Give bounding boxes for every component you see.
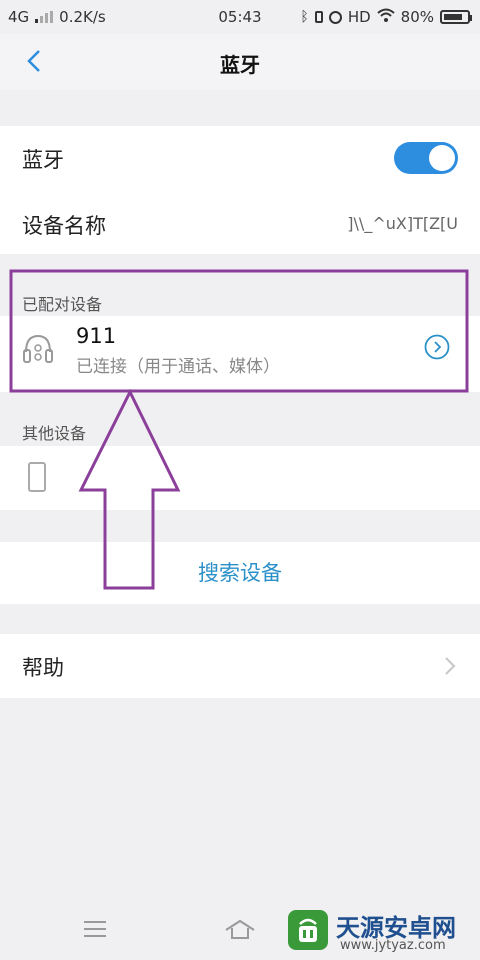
page-title: 蓝牙	[220, 53, 260, 77]
paired-device-name: 911	[76, 324, 117, 348]
app-header: 蓝牙	[0, 34, 480, 90]
bluetooth-status-icon: ᛒ	[300, 9, 309, 25]
paired-section-label: 已配对设备	[22, 295, 103, 314]
hd-badge: HD	[347, 8, 371, 26]
menu-icon[interactable]	[84, 920, 106, 942]
watermark: 天源安卓网 www.jytyaz.com	[284, 904, 480, 960]
chevron-right-circle-icon	[424, 334, 450, 360]
watermark-url: www.jytyaz.com	[340, 938, 446, 953]
wifi-icon	[376, 8, 395, 26]
help-label: 帮助	[22, 656, 64, 680]
search-devices-row[interactable]: 搜索设备	[0, 542, 480, 604]
phone-icon	[28, 462, 46, 492]
watermark-logo	[288, 910, 328, 950]
vibrate-icon	[314, 11, 323, 23]
battery-percent: 80%	[400, 8, 434, 26]
paired-device-row[interactable]: 911 已连接（用于通话、媒体）	[0, 316, 480, 392]
help-row[interactable]: 帮助	[0, 634, 480, 698]
bluetooth-toggle[interactable]	[394, 142, 458, 174]
alarm-icon	[328, 10, 342, 24]
status-bar: 4G 0.2K/s 05:43 ᛒ HD 80%	[0, 0, 480, 34]
home-icon[interactable]	[224, 918, 256, 944]
device-name-value[interactable]: ]\\_^uX]T[Z[U	[347, 214, 458, 233]
battery-icon	[440, 10, 472, 24]
headset-icon	[22, 332, 54, 372]
bluetooth-label: 蓝牙	[22, 148, 64, 172]
device-details-button[interactable]	[424, 334, 450, 364]
other-device-row[interactable]	[0, 446, 480, 510]
device-name-label: 设备名称	[22, 214, 106, 238]
other-section-label: 其他设备	[22, 424, 87, 443]
paired-device-status: 已连接（用于通话、媒体）	[76, 357, 280, 377]
bluetooth-settings-panel: 蓝牙 设备名称 ]\\_^uX]T[Z[U	[0, 126, 480, 254]
chevron-right-icon	[444, 656, 456, 680]
toggle-knob	[429, 145, 455, 171]
search-devices-button[interactable]: 搜索设备	[0, 557, 480, 587]
